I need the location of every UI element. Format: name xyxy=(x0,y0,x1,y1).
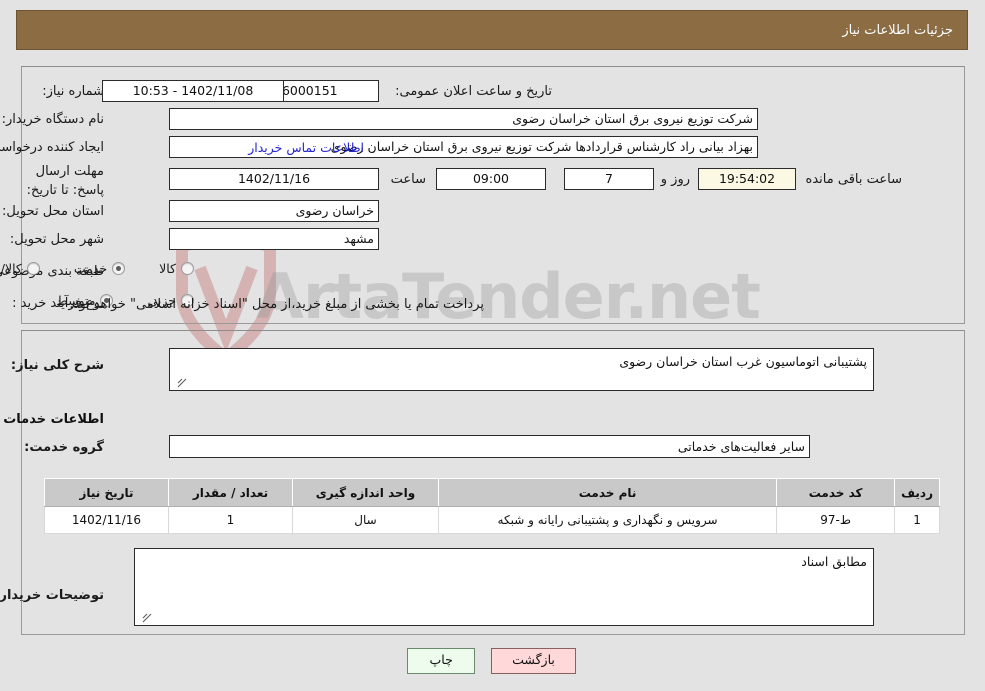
col-header-row: ردیف xyxy=(895,478,941,507)
delivery-province-value: خراسان رضوی xyxy=(170,200,380,222)
announce-datetime-value: 1402/11/08 - 10:53 xyxy=(103,80,285,102)
buyer-org-label: نام دستگاه خریدار: xyxy=(2,112,105,127)
service-group-value: سایر فعالیت‌های خدماتی xyxy=(170,435,811,458)
response-deadline-label: مهلت ارسال پاسخ: تا تاریخ: xyxy=(27,164,105,198)
services-grid: ردیف کد خدمت نام خدمت واحد اندازه گیری ت… xyxy=(45,478,941,534)
table-row: 1 ط-97 سرویس و نگهداری و پشتیبانی رایانه… xyxy=(45,506,941,534)
col-header-code: کد خدمت xyxy=(777,478,897,507)
general-need-label: شرح کلی نیاز: xyxy=(11,358,105,373)
radio-icon[interactable] xyxy=(27,262,41,275)
buyer-org-value: شرکت توزیع نیروی برق استان خراسان رضوی xyxy=(170,108,759,130)
buyer-contact-link[interactable]: اطلاعات تماس خریدار xyxy=(249,140,365,155)
deadline-time-label: ساعت xyxy=(391,172,427,187)
col-header-date: تاریخ نیاز xyxy=(45,478,170,507)
deadline-countdown-value: 19:54:02 xyxy=(699,168,797,190)
deadline-days-value: 7 xyxy=(565,168,655,190)
cell-qty: 1 xyxy=(169,506,294,534)
page-root: ArtaTender.net جزئیات اطلاعات نیاز شماره… xyxy=(0,0,985,691)
deadline-date-value: 1402/11/16 xyxy=(170,168,380,190)
buyer-notes-textarea[interactable]: مطابق اسناد xyxy=(135,548,875,626)
cell-date: 1402/11/16 xyxy=(45,506,170,534)
category-option-kala[interactable]: کالا xyxy=(160,261,195,276)
col-header-unit: واحد اندازه گیری xyxy=(293,478,440,507)
category-option-label: خدمت xyxy=(74,261,109,276)
radio-icon-selected[interactable] xyxy=(113,262,127,275)
deadline-days-suffix: روز و xyxy=(661,172,691,187)
deadline-time-value: 09:00 xyxy=(437,168,547,190)
window-titlebar: جزئیات اطلاعات نیاز xyxy=(17,10,969,50)
cell-code: ط-97 xyxy=(777,506,897,534)
action-button-bar: بازگشت چاپ xyxy=(0,648,985,674)
purchase-process-note: پرداخت تمام یا بخشی از مبلغ خرید،از محل … xyxy=(70,297,485,312)
general-need-textarea[interactable]: پشتیبانی اتوماسیون غرب استان خراسان رضوی xyxy=(170,348,875,391)
cell-unit: سال xyxy=(293,506,440,534)
category-radio-group[interactable]: کالا خدمت کالا/خدمت xyxy=(0,261,195,276)
category-option-khedmat[interactable]: خدمت xyxy=(74,261,127,276)
delivery-city-value: مشهد xyxy=(170,228,380,250)
cell-row: 1 xyxy=(895,506,941,534)
back-button[interactable]: بازگشت xyxy=(492,648,577,674)
service-group-label: گروه خدمت: xyxy=(25,440,105,455)
print-button[interactable]: چاپ xyxy=(408,648,477,674)
deadline-countdown-suffix: ساعت باقی مانده xyxy=(806,172,903,187)
radio-icon[interactable] xyxy=(182,262,195,275)
cell-name: سرویس و نگهداری و پشتیبانی رایانه و شبکه xyxy=(438,506,779,534)
need-info-panel xyxy=(22,66,966,324)
category-option-label: کالا xyxy=(160,261,177,276)
col-header-qty: تعداد / مقدار xyxy=(169,478,294,507)
need-number-label: شماره نیاز: xyxy=(43,84,105,99)
services-section-title: اطلاعات خدمات مورد نیاز xyxy=(0,412,105,427)
announce-datetime-label: تاریخ و ساعت اعلان عمومی: xyxy=(396,84,553,99)
page-title: جزئیات اطلاعات نیاز xyxy=(843,22,954,38)
category-option-kala-khedmat[interactable]: کالا/خدمت xyxy=(0,261,41,276)
delivery-province-label: استان محل تحویل: xyxy=(3,204,105,219)
category-option-label: کالا/خدمت xyxy=(0,261,23,276)
delivery-city-label: شهر محل تحویل: xyxy=(10,232,105,247)
request-creator-label: ایجاد کننده درخواست: xyxy=(0,140,105,155)
col-header-name: نام خدمت xyxy=(438,478,779,507)
table-header-row: ردیف کد خدمت نام خدمت واحد اندازه گیری ت… xyxy=(45,478,941,507)
buyer-notes-label: توضیحات خریدار: xyxy=(0,588,105,603)
services-table: ردیف کد خدمت نام خدمت واحد اندازه گیری ت… xyxy=(45,478,941,534)
